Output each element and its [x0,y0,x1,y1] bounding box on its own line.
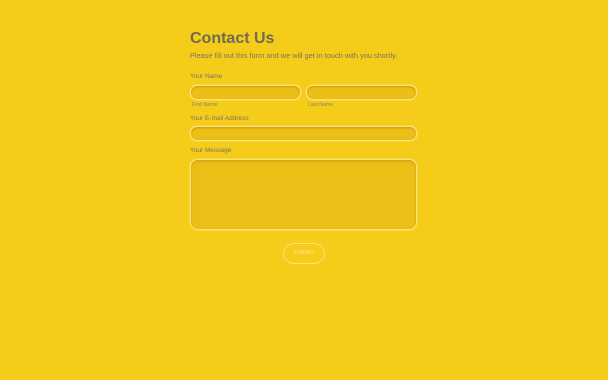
message-label: Your Message [190,147,232,154]
last-name-input[interactable] [306,85,417,100]
first-name-label: First Name [192,102,218,108]
name-label: Your Name [190,73,223,80]
form-title: Contact Us [190,30,275,47]
first-name-input[interactable] [190,85,301,100]
submit-button[interactable]: SUBMIT [283,243,325,264]
email-input[interactable] [190,126,417,141]
form-subtitle: Please fill out this form and we will ge… [190,51,398,60]
contact-form: Contact Us Please fill out this form and… [190,30,418,264]
message-textarea[interactable] [190,159,417,230]
last-name-label: Last Name [308,102,334,108]
email-label: Your E-mail Address [190,115,249,122]
